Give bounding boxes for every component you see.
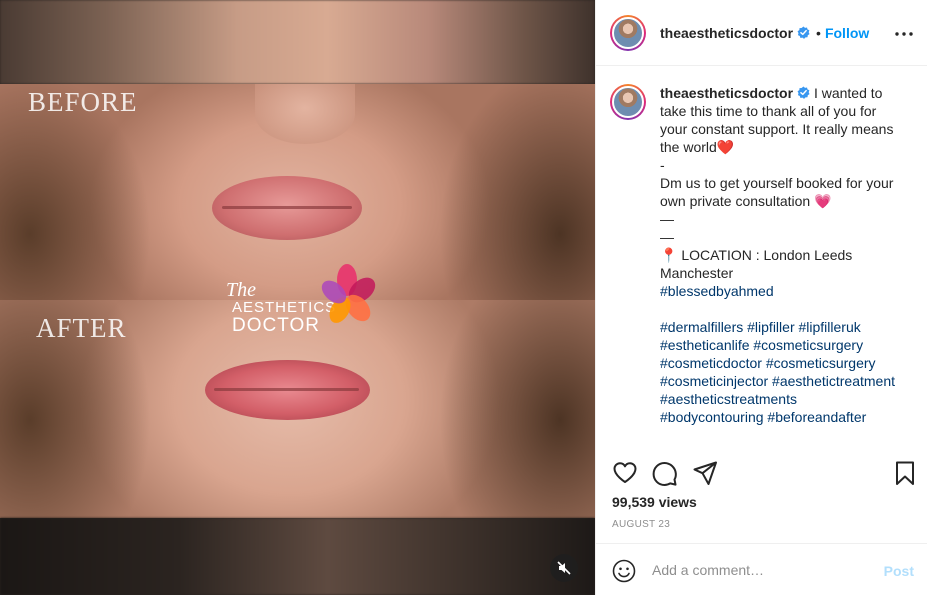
caption-username[interactable]: theaestheticsdoctor bbox=[660, 85, 793, 101]
logo-flower-icon bbox=[321, 264, 376, 323]
views-count[interactable]: 99,539 views bbox=[612, 494, 697, 510]
caption-line-5: — bbox=[660, 229, 674, 245]
post-media[interactable]: BEFORE AFTER The AESTHETICS DOCTOR bbox=[0, 0, 595, 595]
caption-avatar[interactable] bbox=[610, 84, 646, 120]
caption-line-2: - bbox=[660, 157, 665, 173]
emoji-icon[interactable] bbox=[612, 559, 636, 583]
post-comment-button[interactable]: Post bbox=[884, 563, 914, 579]
post-side-panel: theaestheticsdoctor • Follow theaestheti… bbox=[595, 0, 927, 595]
avatar-image bbox=[612, 16, 644, 49]
add-comment-bar: Post bbox=[596, 543, 927, 595]
avatar[interactable] bbox=[610, 14, 646, 51]
post-date[interactable]: AUGUST 23 bbox=[612, 519, 670, 530]
share-icon[interactable] bbox=[692, 460, 718, 486]
avatar-image bbox=[612, 86, 644, 118]
caption-line-3: Dm us to get yourself booked for your ow… bbox=[660, 175, 898, 209]
caption-location: 📍 LOCATION : London Leeds Manchester bbox=[660, 247, 857, 281]
mute-button[interactable] bbox=[550, 554, 578, 582]
header-username[interactable]: theaestheticsdoctor bbox=[660, 25, 793, 41]
lip-line-before bbox=[222, 206, 352, 209]
more-horizontal-icon[interactable] bbox=[893, 24, 915, 44]
post-header: theaestheticsdoctor • Follow bbox=[596, 0, 927, 66]
verified-badge-icon bbox=[797, 26, 810, 39]
after-label: AFTER bbox=[36, 313, 127, 343]
caption-scroll-area[interactable]: theaestheticsdoctor I wanted to take thi… bbox=[596, 66, 927, 442]
header-separator: • bbox=[816, 24, 821, 41]
speaker-muted-icon bbox=[557, 561, 571, 575]
media-bottom-band bbox=[0, 518, 595, 595]
action-bar bbox=[596, 452, 927, 494]
hashtag-link[interactable]: #blessedbyahmed bbox=[660, 283, 774, 299]
follow-button[interactable]: Follow bbox=[825, 25, 869, 41]
caption-text: theaestheticsdoctor I wanted to take thi… bbox=[660, 84, 896, 426]
bookmark-icon[interactable] bbox=[892, 460, 918, 486]
comment-icon[interactable] bbox=[652, 460, 678, 486]
before-label: BEFORE bbox=[28, 87, 138, 117]
media-top-band bbox=[0, 0, 595, 84]
comment-input[interactable] bbox=[652, 558, 872, 582]
caption-line-4: — bbox=[660, 211, 674, 227]
face-nose bbox=[255, 84, 355, 144]
lip-line-after bbox=[214, 388, 359, 391]
heart-icon[interactable] bbox=[612, 460, 638, 486]
hashtags-block[interactable]: #dermalfillers #lipfiller #lipfilleruk #… bbox=[660, 319, 899, 425]
verified-badge-icon bbox=[797, 86, 810, 99]
caption-row: theaestheticsdoctor I wanted to take thi… bbox=[610, 84, 914, 426]
